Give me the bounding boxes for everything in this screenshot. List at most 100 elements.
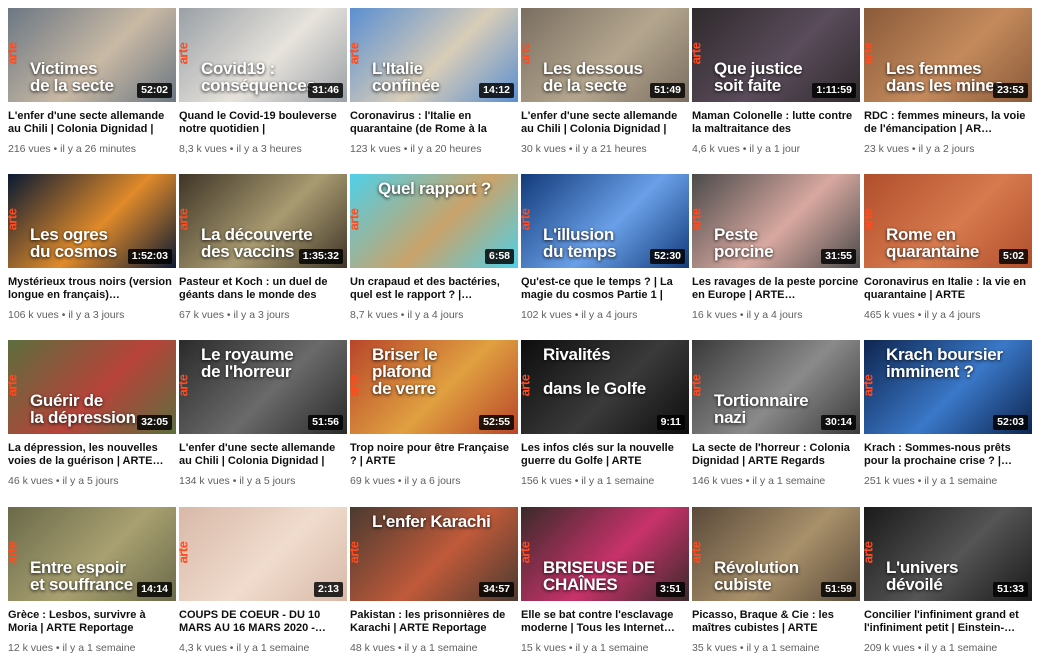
video-meta: 156 k vues • il y a 1 semaine	[521, 475, 689, 487]
video-title[interactable]: L'enfer d'une secte allemande au Chili |…	[8, 110, 176, 136]
video-card[interactable]: arte BRISEUSE DE CHAÎNES 3:51 Elle se bat c…	[521, 507, 689, 654]
video-thumbnail[interactable]: arte Briser le plafond de verre 52:55	[350, 340, 518, 434]
video-title[interactable]: L'enfer d'une secte allemande au Chili |…	[521, 110, 689, 136]
video-card[interactable]: arte L'Italie confinée 14:12 Coronavirus : …	[350, 8, 518, 155]
video-card[interactable]: arte L'enfer Karachi 34:57 Pakistan : les p…	[350, 507, 518, 654]
video-duration: 1:52:03	[127, 249, 172, 264]
video-duration: 14:12	[479, 83, 514, 98]
video-thumbnail[interactable]: arte L'Italie confinée 14:12	[350, 8, 518, 102]
video-title[interactable]: Concilier l'infiniment grand et l'infini…	[864, 609, 1032, 635]
video-thumbnail[interactable]: arte 2:13	[179, 507, 347, 601]
video-thumbnail[interactable]: arte Les ogres du cosmos 1:52:03	[8, 174, 176, 268]
video-thumbnail[interactable]: arte Que justice soit faite 1:11:59	[692, 8, 860, 102]
video-thumbnail[interactable]: arte Victimes de la secte 52:02	[8, 8, 176, 102]
video-card[interactable]: arte Entre espoir et souffrance 14:14 Grèce…	[8, 507, 176, 654]
video-title[interactable]: Pakistan : les prisonnières de Karachi |…	[350, 609, 518, 635]
video-thumbnail[interactable]: arte Les femmes dans les mines 23:53	[864, 8, 1032, 102]
video-title[interactable]: Maman Colonelle : lutte contre la maltra…	[692, 110, 860, 136]
video-title[interactable]: Trop noire pour être Française ? | ARTE	[350, 442, 518, 468]
video-title[interactable]: Les ravages de la peste porcine en Europ…	[692, 276, 860, 302]
video-thumbnail[interactable]: arte Quel rapport ? 6:58	[350, 174, 518, 268]
view-count: 465 k vues	[864, 309, 915, 321]
video-card[interactable]: arte Covid19 : conséquences 31:46 Quand le …	[179, 8, 347, 155]
video-thumbnail[interactable]: arte Covid19 : conséquences 31:46	[179, 8, 347, 102]
video-thumbnail[interactable]: arte Tortionnaire nazi 30:14	[692, 340, 860, 434]
video-title[interactable]: Elle se bat contre l'esclavage moderne |…	[521, 609, 689, 635]
upload-age: il y a 2 jours	[918, 143, 975, 155]
video-card[interactable]: arte Rome en quarantaine 5:02 Coronavirus e…	[864, 174, 1032, 321]
video-duration: 31:46	[308, 83, 343, 98]
video-thumbnail[interactable]: arte Les dessous de la secte 51:49	[521, 8, 689, 102]
video-card[interactable]: arte Briser le plafond de verre 52:55 Trop …	[350, 340, 518, 487]
video-title[interactable]: Quand le Covid-19 bouleverse notre quoti…	[179, 110, 347, 136]
video-title[interactable]: Coronavirus en Italie : la vie en quaran…	[864, 276, 1032, 302]
video-title[interactable]: RDC : femmes mineurs, la voie de l'émanc…	[864, 110, 1032, 136]
video-duration: 52:02	[137, 83, 172, 98]
meta-separator: •	[914, 642, 925, 654]
video-thumbnail[interactable]: arte BRISEUSE DE CHAÎNES 3:51	[521, 507, 689, 601]
video-card[interactable]: arte L'univers dévoilé 51:33 Concilier l'in…	[864, 507, 1032, 654]
thumbnail-overlay-title: Rivalités dans le Golfe	[543, 345, 646, 398]
upload-age: il y a 6 jours	[404, 475, 461, 487]
video-card[interactable]: arte Quel rapport ? 6:58 Un crapaud et des …	[350, 174, 518, 321]
video-meta: 30 k vues • il y a 21 heures	[521, 143, 689, 155]
video-title[interactable]: Pasteur et Koch : un duel de géants dans…	[179, 276, 347, 302]
view-count: 251 k vues	[864, 475, 915, 487]
video-thumbnail[interactable]: arte Peste porcine 31:55	[692, 174, 860, 268]
video-title[interactable]: Grèce : Lesbos, survivre à Moria | ARTE …	[8, 609, 176, 635]
video-meta: 123 k vues • il y a 20 heures	[350, 143, 518, 155]
video-title[interactable]: La dépression, les nouvelles voies de la…	[8, 442, 176, 468]
meta-separator: •	[226, 143, 237, 155]
video-duration: 23:53	[993, 83, 1028, 98]
meta-separator: •	[914, 309, 925, 321]
video-title[interactable]: Coronavirus : l'Italie en quarantaine (d…	[350, 110, 518, 136]
video-duration: 51:56	[308, 415, 343, 430]
video-thumbnail[interactable]: arte L'univers dévoilé 51:33	[864, 507, 1032, 601]
video-title[interactable]: Mystérieux trous noirs (version longue e…	[8, 276, 176, 302]
video-duration: 2:13	[313, 582, 343, 597]
video-card[interactable]: arte 2:13 COUPS DE COEUR - DU 10 MARS AU 1…	[179, 507, 347, 654]
video-title[interactable]: Picasso, Braque & Cie : les maîtres cubi…	[692, 609, 860, 635]
video-thumbnail[interactable]: arte Krach boursier imminent ? 52:03	[864, 340, 1032, 434]
video-card[interactable]: arte Tortionnaire nazi 30:14 La secte de l'…	[692, 340, 860, 487]
video-card[interactable]: arte Guérir de la dépression 32:05 La dépre…	[8, 340, 176, 487]
video-title[interactable]: Un crapaud et des bactéries, quel est le…	[350, 276, 518, 302]
video-thumbnail[interactable]: arte Le royaume de l'horreur 51:56	[179, 340, 347, 434]
video-title[interactable]: Krach : Sommes-nous prêts pour la procha…	[864, 442, 1032, 468]
video-card[interactable]: arte Krach boursier imminent ? 52:03 Krach …	[864, 340, 1032, 487]
video-title[interactable]: La secte de l'horreur : Colonia Dignidad…	[692, 442, 860, 468]
video-thumbnail[interactable]: arte Entre espoir et souffrance 14:14	[8, 507, 176, 601]
video-card[interactable]: arte Révolution cubiste 51:59 Picasso, Braq…	[692, 507, 860, 654]
video-card[interactable]: arte Le royaume de l'horreur 51:56 L'enfer …	[179, 340, 347, 487]
video-card[interactable]: arte Que justice soit faite 1:11:59 Maman C…	[692, 8, 860, 155]
video-card[interactable]: arte L'illusion du temps 52:30 Qu'est-ce qu…	[521, 174, 689, 321]
video-card[interactable]: arte Les ogres du cosmos 1:52:03 Mystérieux…	[8, 174, 176, 321]
upload-age: il y a 3 jours	[68, 309, 125, 321]
video-card[interactable]: arte Les dessous de la secte 51:49 L'enfer …	[521, 8, 689, 155]
thumbnail-overlay-title: Le royaume de l'horreur	[201, 345, 294, 381]
video-card[interactable]: arte Rivalités dans le Golfe 9:11 Les infos…	[521, 340, 689, 487]
video-title[interactable]: COUPS DE COEUR - DU 10 MARS AU 16 MARS 2…	[179, 609, 347, 635]
video-thumbnail[interactable]: arte Guérir de la dépression 32:05	[8, 340, 176, 434]
view-count: 35 k vues	[692, 642, 737, 654]
video-title[interactable]: L'enfer d'une secte allemande au Chili |…	[179, 442, 347, 468]
video-card[interactable]: arte Les femmes dans les mines 23:53 RDC : …	[864, 8, 1032, 155]
video-thumbnail[interactable]: arte L'enfer Karachi 34:57	[350, 507, 518, 601]
arte-logo-icon: arte	[692, 42, 704, 65]
video-card[interactable]: arte Victimes de la secte 52:02 L'enfer d'u…	[8, 8, 176, 155]
video-card[interactable]: arte La découverte des vaccins 1:35:32 Past…	[179, 174, 347, 321]
video-thumbnail[interactable]: arte La découverte des vaccins 1:35:32	[179, 174, 347, 268]
video-thumbnail[interactable]: arte Rome en quarantaine 5:02	[864, 174, 1032, 268]
video-thumbnail[interactable]: arte Révolution cubiste 51:59	[692, 507, 860, 601]
upload-age: il y a 5 jours	[62, 475, 119, 487]
arte-logo-icon: arte	[864, 374, 876, 397]
video-duration: 52:30	[650, 249, 685, 264]
view-count: 156 k vues	[521, 475, 572, 487]
video-thumbnail[interactable]: arte L'illusion du temps 52:30	[521, 174, 689, 268]
video-thumbnail[interactable]: arte Rivalités dans le Golfe 9:11	[521, 340, 689, 434]
video-title[interactable]: Les infos clés sur la nouvelle guerre du…	[521, 442, 689, 468]
video-title[interactable]: Qu'est-ce que le temps ? | La magie du c…	[521, 276, 689, 302]
video-card[interactable]: arte Peste porcine 31:55 Les ravages de la …	[692, 174, 860, 321]
video-meta: 16 k vues • il y a 4 jours	[692, 309, 860, 321]
upload-age: il y a 3 jours	[233, 309, 290, 321]
